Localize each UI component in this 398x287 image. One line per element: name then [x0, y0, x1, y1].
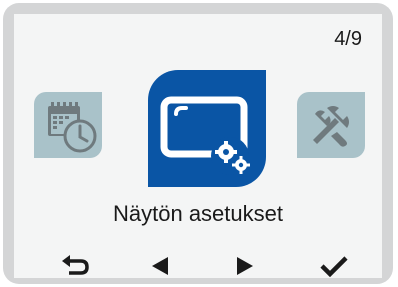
back-button[interactable] [56, 252, 96, 278]
back-arrow-icon [62, 255, 89, 275]
menu-item-display-settings[interactable] [148, 70, 266, 187]
previous-button[interactable] [140, 252, 180, 278]
confirm-button[interactable] [314, 252, 354, 278]
previous-triangle-icon [152, 257, 168, 275]
display-screen: 4/9 Näytön asetukset [14, 14, 382, 278]
tools-icon [313, 106, 349, 147]
selected-menu-title: Näytön asetukset [113, 201, 283, 226]
confirm-check-icon [320, 256, 348, 277]
device-bezel: 4/9 Näytön asetukset [3, 3, 393, 284]
page-counter: 4/9 [334, 28, 362, 50]
next-button[interactable] [225, 252, 265, 278]
display-settings-icon [160, 96, 250, 175]
calendar-clock-icon [48, 102, 97, 153]
menu-item-calendar[interactable] [34, 92, 102, 158]
next-triangle-icon [237, 257, 253, 275]
menu-item-tools[interactable] [297, 92, 365, 158]
